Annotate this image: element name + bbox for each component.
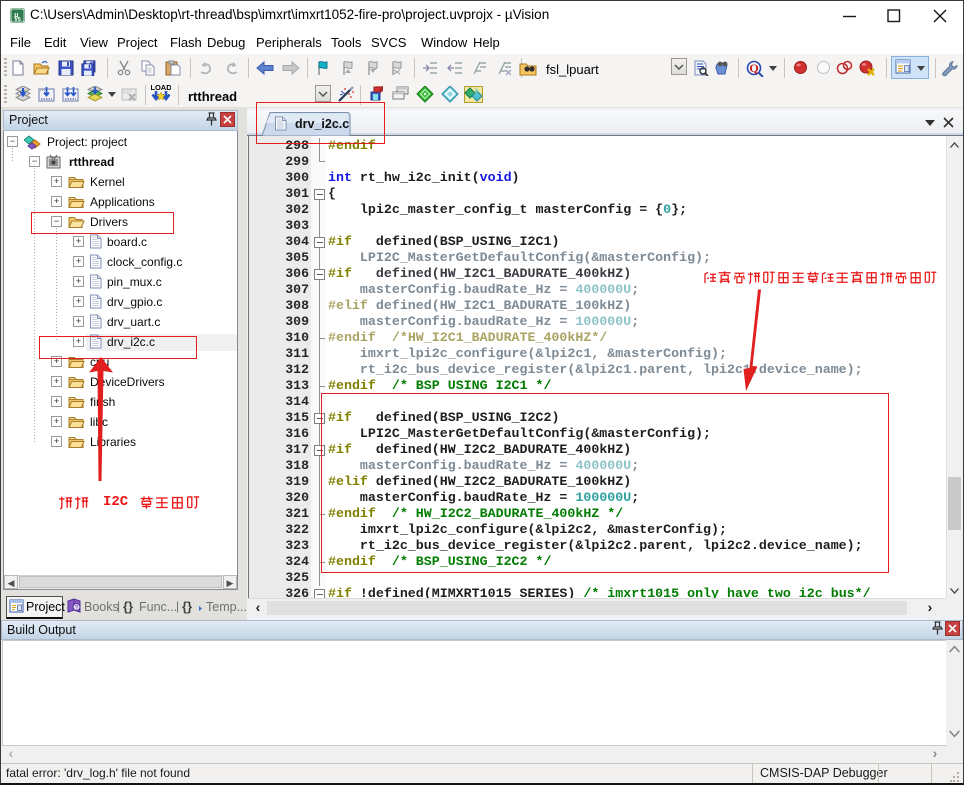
svg-text:V5: V5 [14, 17, 21, 23]
svg-text:?: ? [75, 605, 79, 612]
svg-text:Q: Q [749, 61, 758, 75]
svg-text:LOAD: LOAD [151, 83, 171, 92]
